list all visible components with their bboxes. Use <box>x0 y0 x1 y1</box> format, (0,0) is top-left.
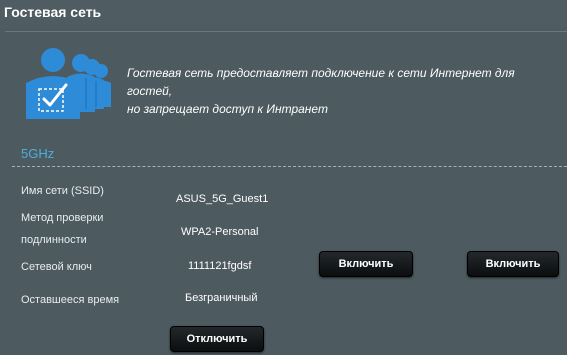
auth-label-line-2: подлинности <box>21 234 87 246</box>
ssid-value: ASUS_5G_Guest1 <box>176 193 269 205</box>
enable-button-2[interactable]: Включить <box>467 251 559 277</box>
auth-label-line-1: Метод проверки <box>21 212 104 224</box>
network-key-label: Сетевой ключ <box>21 261 92 273</box>
enable-button-1[interactable]: Включить <box>319 251 413 277</box>
header-divider <box>5 31 567 32</box>
guest-users-icon <box>26 48 111 119</box>
guest-network-description: Гостевая сеть предоставляет подключение … <box>127 64 557 118</box>
page-header: Гостевая сеть <box>0 0 567 28</box>
description-line-1: Гостевая сеть предоставляет подключение … <box>127 66 515 98</box>
description-line-2: но запрещает доступ к Интранет <box>127 102 328 116</box>
band-divider <box>12 166 567 167</box>
remaining-time-value: Безграничный <box>185 292 258 304</box>
page-title: Гостевая сеть <box>4 4 102 20</box>
ssid-label: Имя сети (SSID) <box>21 185 104 197</box>
band-label: 5GHz <box>21 146 55 161</box>
disable-button[interactable]: Отключить <box>170 326 264 352</box>
network-key-value: 1111121fgdsf <box>188 260 252 272</box>
remaining-time-label: Оставшееся время <box>21 294 120 306</box>
auth-value: WPA2-Personal <box>181 226 259 238</box>
